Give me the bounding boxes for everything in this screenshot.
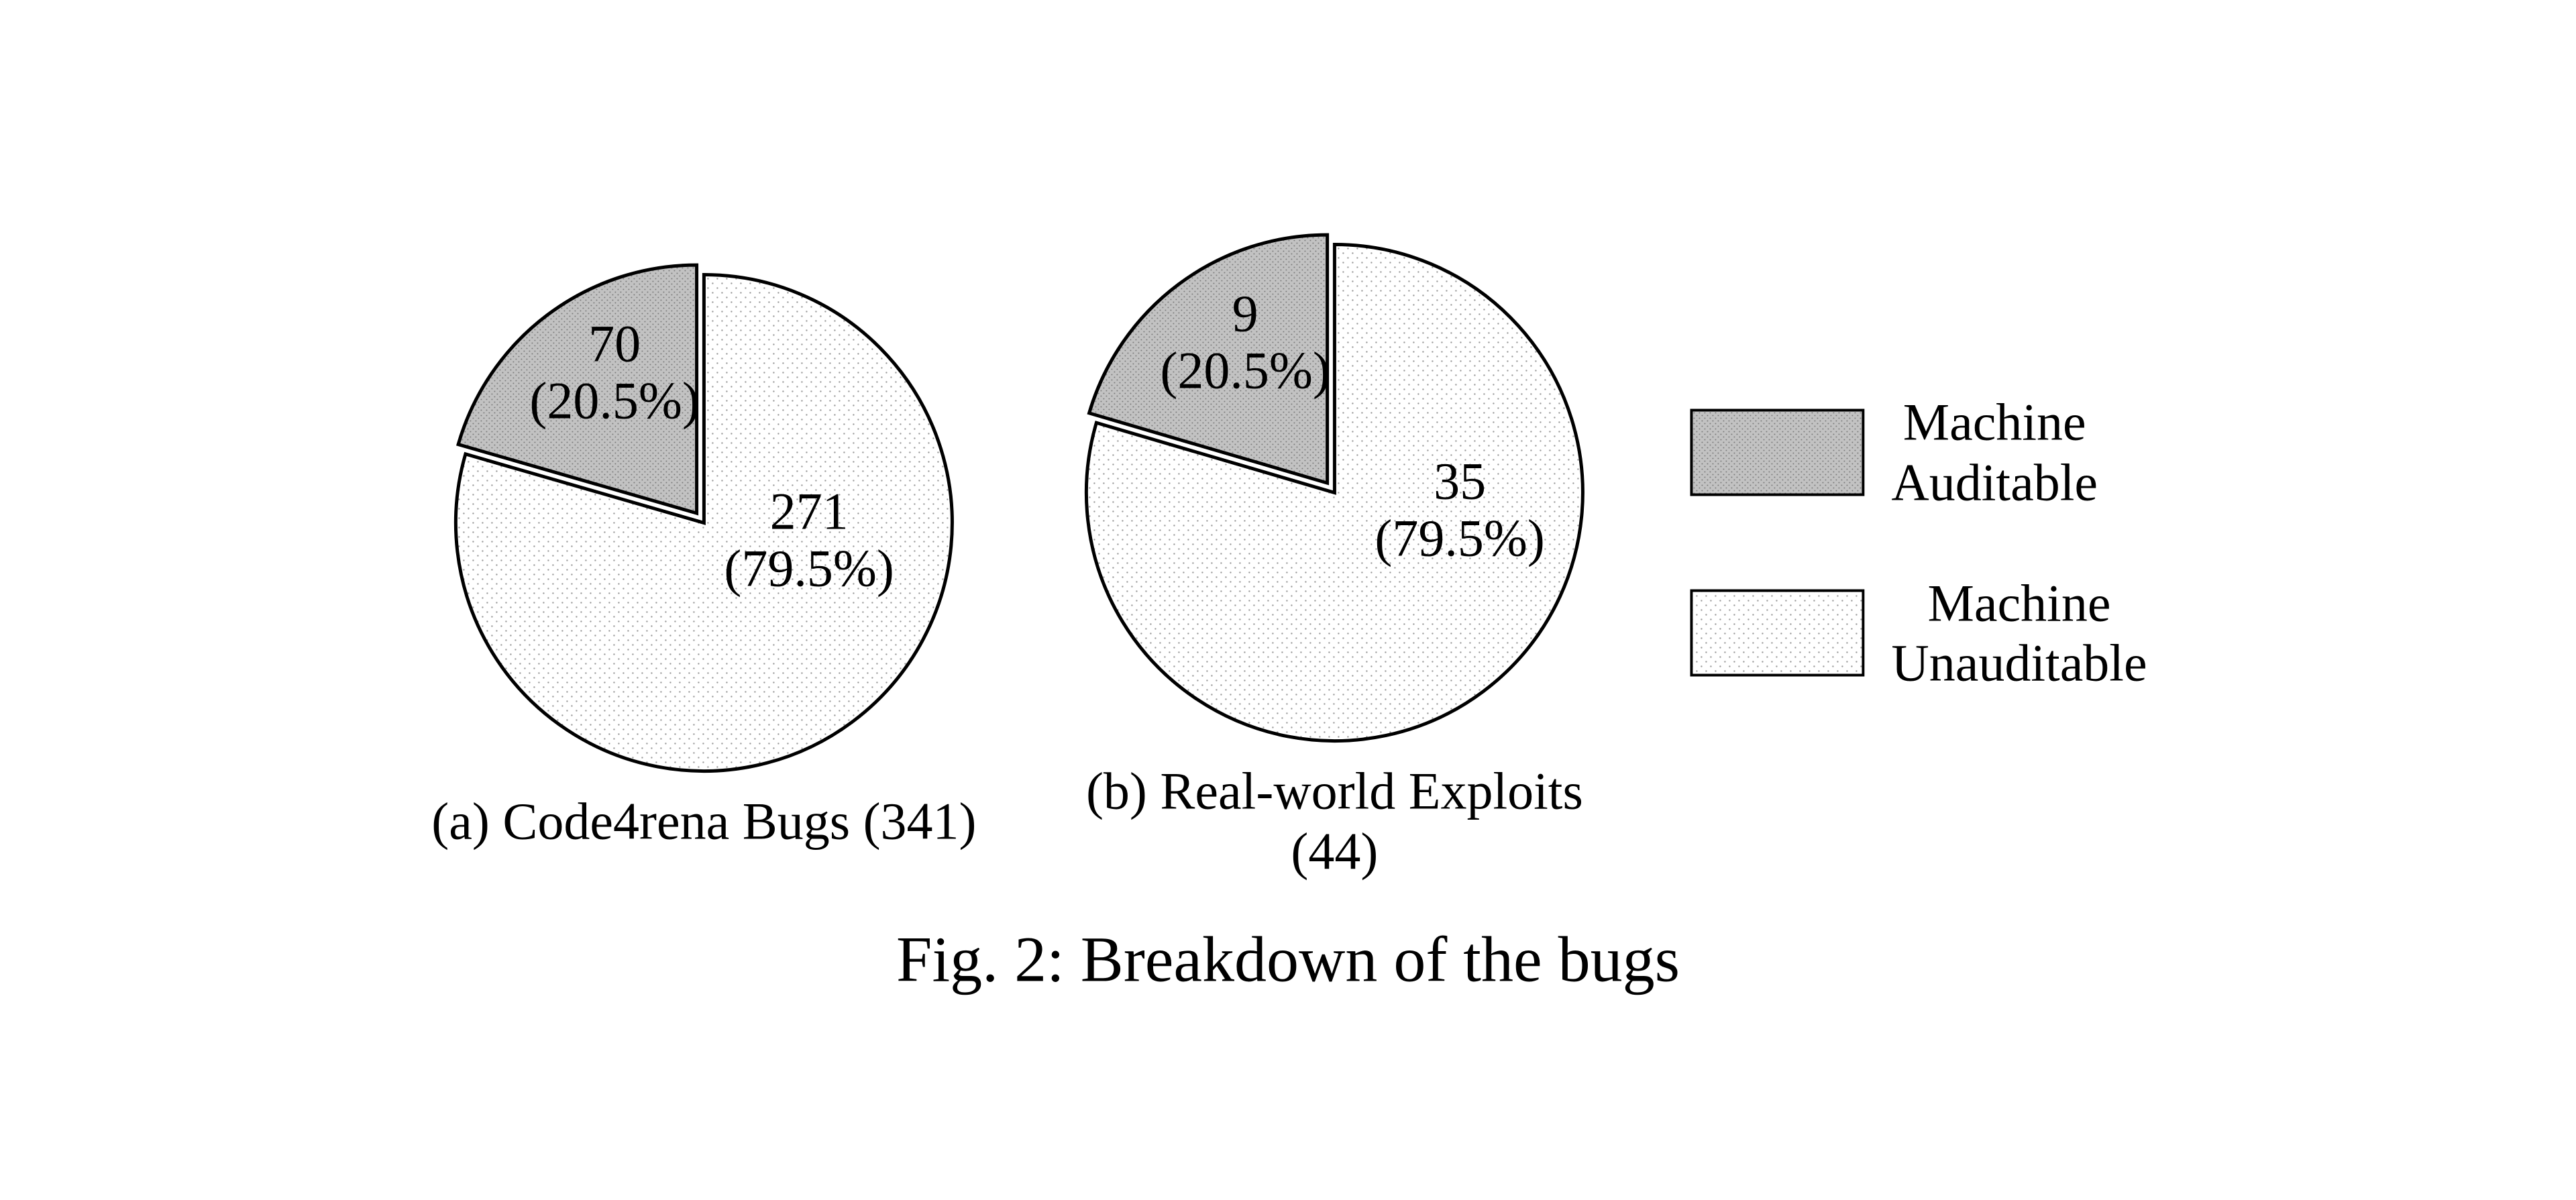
subcaption-b: (b) Real-world Exploits (44) <box>1059 761 1609 881</box>
subcaption-a: (a) Code4rena Bugs (341) <box>431 791 976 851</box>
slice-label-auditable-a: 70(20.5%) <box>529 315 699 430</box>
slice-label-unauditable-a: 271(79.5%) <box>724 482 894 598</box>
legend-item-auditable: MachineAuditable <box>1690 392 2147 512</box>
charts-row: 70(20.5%) 271(79.5%) (a) Code4rena Bugs … <box>429 204 2147 881</box>
chart-b: 9(20.5%) 35(79.5%) (b) Real-world Exploi… <box>1059 204 1609 881</box>
chart-a: 70(20.5%) 271(79.5%) (a) Code4rena Bugs … <box>429 234 979 851</box>
legend-label-unauditable: MachineUnauditable <box>1891 573 2147 693</box>
legend-label-auditable: MachineAuditable <box>1891 392 2098 512</box>
pie-a-svg <box>429 234 979 784</box>
swatch-auditable <box>1690 408 1864 496</box>
swatch-unauditable <box>1690 590 1864 677</box>
slice-label-auditable-b: 9(20.5%) <box>1160 284 1330 400</box>
slice-label-unauditable-b: 35(79.5%) <box>1375 452 1544 567</box>
pie-a: 70(20.5%) 271(79.5%) <box>429 234 979 784</box>
figure: 70(20.5%) 271(79.5%) (a) Code4rena Bugs … <box>429 204 2147 996</box>
figure-caption: Fig. 2: Breakdown of the bugs <box>896 922 1680 996</box>
legend: MachineAuditable MachineUnauditable <box>1690 392 2147 694</box>
pie-b: 9(20.5%) 35(79.5%) <box>1059 204 1609 754</box>
legend-item-unauditable: MachineUnauditable <box>1690 573 2147 693</box>
